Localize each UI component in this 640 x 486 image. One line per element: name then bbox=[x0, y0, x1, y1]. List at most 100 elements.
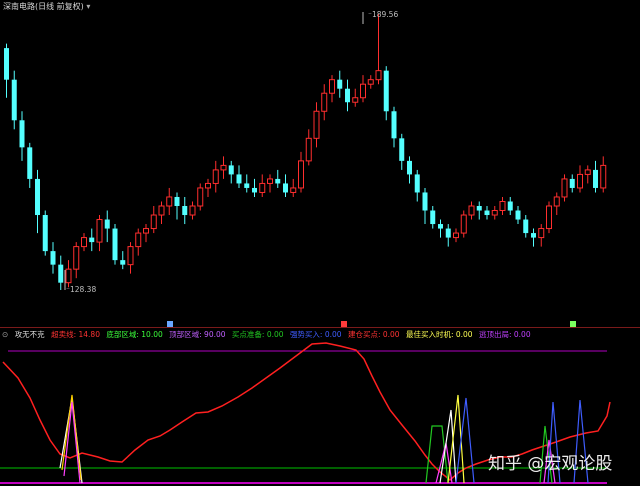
candle-body bbox=[158, 205, 165, 216]
candle bbox=[438, 219, 443, 238]
legend-item: 超卖线: 14.80 bbox=[51, 330, 100, 339]
indicator-toggle-icon[interactable]: ⊙ bbox=[2, 330, 8, 339]
watermark-text: 知乎 @宏观论股 bbox=[488, 454, 613, 474]
legend-item: 建仓买点: 0.00 bbox=[347, 330, 400, 339]
candle bbox=[127, 242, 134, 274]
candle-body bbox=[305, 137, 312, 162]
candle-body bbox=[499, 200, 506, 212]
candle-body bbox=[166, 196, 173, 207]
candle-body bbox=[352, 97, 359, 103]
candle bbox=[27, 142, 33, 188]
candle bbox=[174, 192, 180, 220]
candle bbox=[491, 206, 498, 220]
candle bbox=[584, 165, 591, 184]
candle bbox=[391, 106, 397, 148]
candle bbox=[197, 183, 204, 211]
candle bbox=[561, 174, 568, 202]
candle-body bbox=[236, 174, 242, 184]
candle-body bbox=[468, 205, 475, 216]
candle bbox=[407, 156, 412, 184]
candle bbox=[593, 160, 598, 193]
price-low-label: ⁻128.38 bbox=[66, 285, 97, 294]
candle bbox=[104, 210, 110, 243]
candle bbox=[252, 178, 257, 197]
candle-body bbox=[460, 214, 467, 234]
pane-divider[interactable] bbox=[0, 327, 640, 328]
candle-body bbox=[569, 178, 575, 188]
candle bbox=[96, 215, 103, 252]
candle bbox=[345, 79, 350, 112]
indicator-name: 攻无不克 bbox=[14, 330, 45, 339]
candle bbox=[42, 210, 48, 256]
candle bbox=[189, 201, 196, 220]
candle-body bbox=[515, 210, 521, 220]
candle-body bbox=[212, 169, 219, 184]
candle bbox=[244, 174, 250, 193]
candle-body bbox=[127, 246, 134, 266]
candle-body bbox=[96, 219, 103, 243]
candle-body bbox=[220, 164, 227, 171]
candle-body bbox=[182, 206, 188, 216]
candle-body bbox=[11, 79, 17, 121]
indicator-legend: ⊙ 攻无不克 超卖线: 14.80 底部区域: 10.00 顶部区域: 90.0… bbox=[2, 329, 535, 339]
candle bbox=[414, 169, 420, 202]
candle-body bbox=[104, 219, 110, 229]
candle bbox=[35, 169, 40, 234]
candle bbox=[205, 178, 211, 197]
candle bbox=[367, 75, 374, 89]
legend-item: 顶部区域: 90.00 bbox=[169, 330, 226, 339]
candle bbox=[569, 174, 575, 193]
candle-body bbox=[345, 88, 350, 103]
candle-body bbox=[375, 70, 382, 81]
candle bbox=[228, 160, 234, 184]
candle bbox=[11, 70, 17, 130]
candle-body bbox=[228, 165, 234, 175]
candle bbox=[546, 201, 552, 234]
candle bbox=[50, 242, 56, 274]
candle bbox=[220, 156, 227, 179]
candle-body bbox=[174, 196, 180, 206]
candle-body bbox=[391, 111, 397, 139]
candle-body bbox=[35, 178, 40, 216]
candle bbox=[182, 196, 188, 225]
candle bbox=[135, 228, 142, 256]
candle bbox=[4, 43, 9, 98]
candle-body bbox=[507, 201, 513, 211]
candle bbox=[313, 102, 320, 148]
candle-body bbox=[120, 260, 126, 265]
candle bbox=[531, 228, 536, 247]
candle-body bbox=[112, 228, 118, 261]
candle-body bbox=[577, 173, 583, 189]
candle bbox=[600, 156, 607, 193]
candle-body bbox=[19, 120, 25, 148]
candle bbox=[375, 14, 382, 85]
candle-body bbox=[337, 79, 343, 89]
candle bbox=[507, 196, 513, 216]
candle bbox=[267, 174, 273, 193]
candle-body bbox=[430, 210, 436, 225]
candle-body bbox=[81, 237, 87, 248]
candle-body bbox=[553, 196, 560, 207]
candle-body bbox=[453, 232, 459, 239]
candle-body bbox=[135, 232, 142, 248]
candle-body bbox=[523, 219, 529, 234]
candlestick-chart[interactable] bbox=[0, 0, 640, 326]
candle-body bbox=[484, 210, 490, 216]
candle bbox=[305, 129, 312, 166]
candle-body bbox=[584, 169, 591, 175]
candle-body bbox=[593, 169, 598, 188]
candle bbox=[360, 75, 366, 103]
candle-body bbox=[414, 174, 420, 193]
candle bbox=[166, 187, 173, 216]
candle-body bbox=[367, 79, 374, 85]
candle bbox=[120, 251, 126, 270]
price-high-label: ⁻189.56 bbox=[368, 10, 399, 19]
candle bbox=[476, 201, 482, 220]
candle bbox=[577, 165, 583, 193]
candle-body bbox=[476, 206, 482, 211]
candle-body bbox=[89, 237, 95, 243]
candle bbox=[158, 201, 165, 225]
candle-body bbox=[422, 192, 428, 211]
candle bbox=[337, 70, 343, 98]
candle bbox=[329, 75, 335, 103]
